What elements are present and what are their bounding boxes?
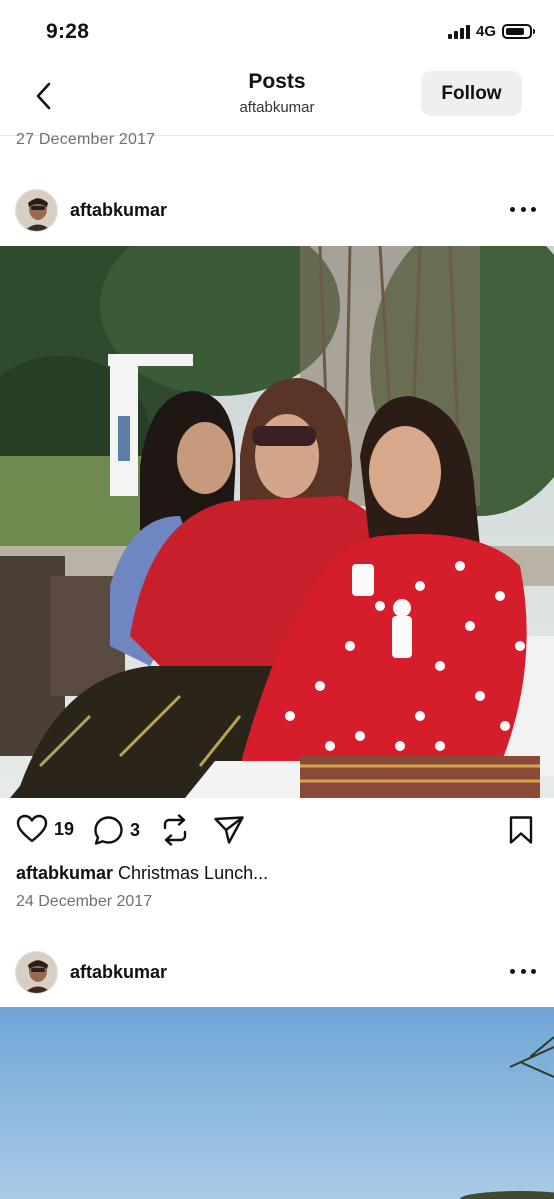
status-bar: 9:28 4G — [0, 0, 554, 62]
more-button[interactable] — [510, 199, 536, 219]
repost-button[interactable] — [160, 814, 190, 846]
status-time: 9:28 — [46, 20, 90, 43]
post-date: 24 December 2017 — [16, 893, 153, 910]
like-button[interactable]: 19 — [16, 814, 74, 844]
share-button[interactable] — [213, 815, 245, 845]
heart-icon — [16, 814, 48, 843]
avatar[interactable] — [15, 951, 58, 994]
caption-username[interactable]: aftabkumar — [16, 863, 113, 883]
nav-header: Posts aftabkumar Follow — [0, 62, 554, 136]
post-username[interactable]: aftabkumar — [70, 200, 167, 221]
more-button[interactable] — [510, 961, 536, 981]
battery-icon — [502, 24, 535, 39]
comment-icon — [94, 816, 123, 845]
comment-button[interactable]: 3 — [93, 815, 140, 846]
status-indicators: 4G — [447, 23, 535, 40]
post-actions: 19 3 — [0, 812, 554, 852]
comment-count: 3 — [130, 820, 141, 840]
save-button[interactable] — [508, 815, 534, 845]
previous-post-date: 27 December 2017 — [16, 131, 156, 148]
follow-button[interactable]: Follow — [421, 71, 522, 116]
avatar[interactable] — [15, 189, 58, 232]
caption-text: Christmas Lunch... — [118, 863, 269, 883]
signal-icon — [447, 24, 470, 39]
post-photo[interactable] — [0, 1007, 554, 1199]
network-label: 4G — [475, 23, 496, 40]
bookmark-icon — [509, 816, 533, 844]
post-header: aftabkumar — [0, 189, 554, 251]
post-caption[interactable]: aftabkumar Christmas Lunch... — [16, 863, 268, 884]
battery-level — [506, 28, 524, 35]
post-header: aftabkumar — [0, 951, 554, 1013]
post-photo[interactable] — [0, 246, 554, 798]
like-count: 19 — [54, 818, 75, 839]
repost-icon — [163, 814, 187, 846]
send-icon — [214, 816, 244, 844]
post-username[interactable]: aftabkumar — [70, 962, 167, 983]
